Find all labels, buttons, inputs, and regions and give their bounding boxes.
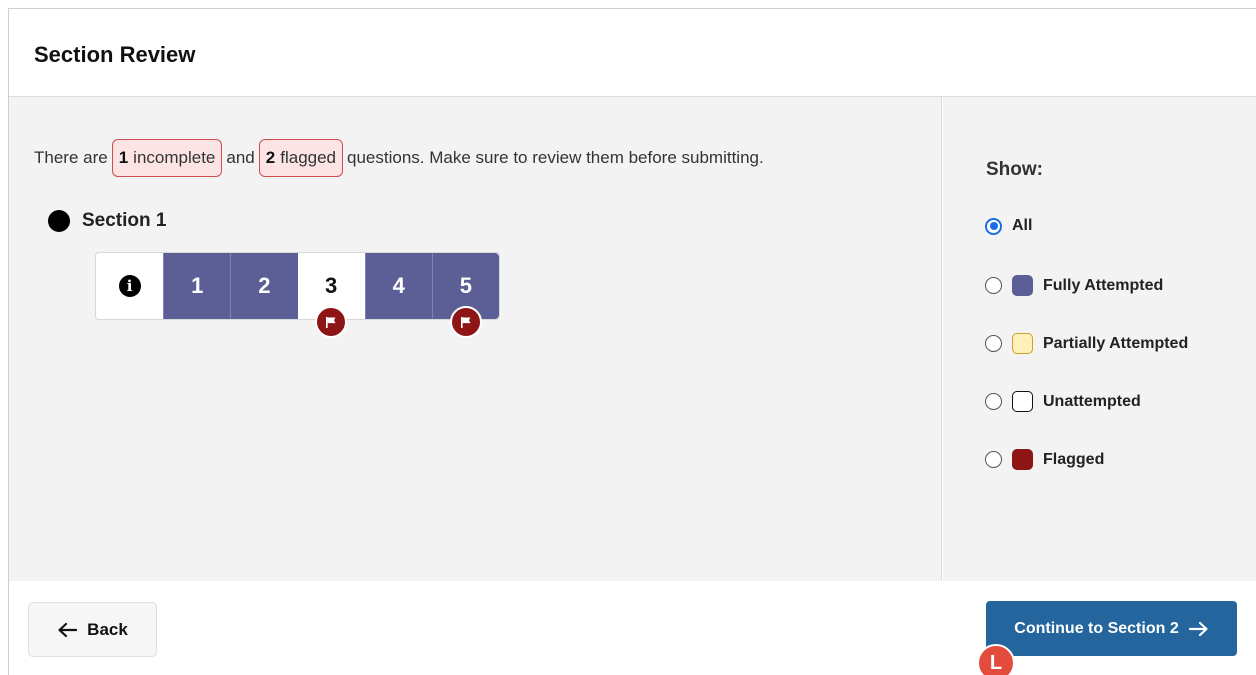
radio-unattempted[interactable] <box>985 393 1002 410</box>
arrow-right-icon <box>1188 621 1208 636</box>
cursor-badge-icon: L <box>977 644 1015 675</box>
filter-option-flagged[interactable]: Flagged <box>985 449 1104 470</box>
flag-icon <box>315 306 348 338</box>
question-number: 3 <box>324 273 338 298</box>
section-info-button[interactable]: i <box>96 253 164 319</box>
summary-text: There are 1 incomplete and 2 flagged que… <box>34 139 764 177</box>
summary-prefix: There are <box>34 148 108 167</box>
incomplete-badge: 1 incomplete <box>111 139 223 177</box>
question-number: 1 <box>191 273 204 298</box>
flagged-count: 2 <box>265 148 276 167</box>
question-number: 4 <box>392 273 405 298</box>
filter-option-label: Fully Attempted <box>1043 276 1164 294</box>
flagged-swatch-icon <box>1012 449 1033 470</box>
question-navigator: i 1 2 3 4 5 <box>95 252 500 338</box>
section-heading: Section 1 <box>48 210 166 232</box>
radio-partially-attempted[interactable] <box>985 335 1002 352</box>
radio-fully-attempted[interactable] <box>985 277 1002 294</box>
filter-option-label: Unattempted <box>1043 392 1141 410</box>
flag-icon <box>449 306 482 338</box>
question-button-1[interactable]: 1 <box>163 253 231 319</box>
continue-button[interactable]: Continue to Section 2 <box>986 601 1237 656</box>
filter-option-partially-attempted[interactable]: Partially Attempted <box>985 333 1188 354</box>
question-button-2[interactable]: 2 <box>230 253 298 319</box>
dialog: Section Review There are 1 incomplete an… <box>8 8 1256 675</box>
section-status-dot-icon <box>48 210 70 232</box>
question-number: 5 <box>459 273 473 298</box>
question-button-3[interactable]: 3 <box>297 253 365 338</box>
filter-option-label: Partially Attempted <box>1043 334 1189 352</box>
page-title: Section Review <box>34 42 196 67</box>
filter-option-label: All <box>1012 217 1033 234</box>
filter-option-fully-attempted[interactable]: Fully Attempted <box>985 275 1163 296</box>
summary-suffix: questions. Make sure to review them befo… <box>347 148 764 167</box>
radio-all[interactable] <box>985 217 1002 235</box>
summary-and: and <box>226 148 255 167</box>
continue-label: Continue to Section 2 <box>1014 619 1179 637</box>
back-button[interactable]: Back <box>28 602 157 657</box>
filter-option-all[interactable]: All <box>985 217 1032 235</box>
info-icon: i <box>118 275 141 297</box>
filter-option-unattempted[interactable]: Unattempted <box>985 391 1141 412</box>
question-button-5[interactable]: 5 <box>431 253 499 338</box>
flagged-label: flagged <box>280 148 337 167</box>
fully-attempted-swatch-icon <box>1012 275 1033 296</box>
section-title: Section 1 <box>82 210 167 231</box>
dialog-footer: Back Continue to Section 2 L <box>9 581 1256 675</box>
dialog-header: Section Review <box>9 9 1256 97</box>
radio-flagged[interactable] <box>985 451 1002 468</box>
question-button-4[interactable]: 4 <box>364 253 432 319</box>
arrow-left-icon <box>58 622 78 637</box>
back-label: Back <box>87 619 128 639</box>
unattempted-swatch-icon <box>1012 391 1033 412</box>
filter-panel: Show: All Fully Attempted Partially Atte… <box>943 97 1256 581</box>
question-number: 2 <box>258 273 271 298</box>
partially-attempted-swatch-icon <box>1012 333 1033 354</box>
flagged-badge: 2 flagged <box>258 139 344 177</box>
filter-option-label: Flagged <box>1043 450 1105 468</box>
incomplete-count: 1 <box>118 148 129 167</box>
incomplete-label: incomplete <box>133 148 216 167</box>
review-panel: There are 1 incomplete and 2 flagged que… <box>9 97 942 581</box>
filter-title: Show: <box>986 159 1043 180</box>
